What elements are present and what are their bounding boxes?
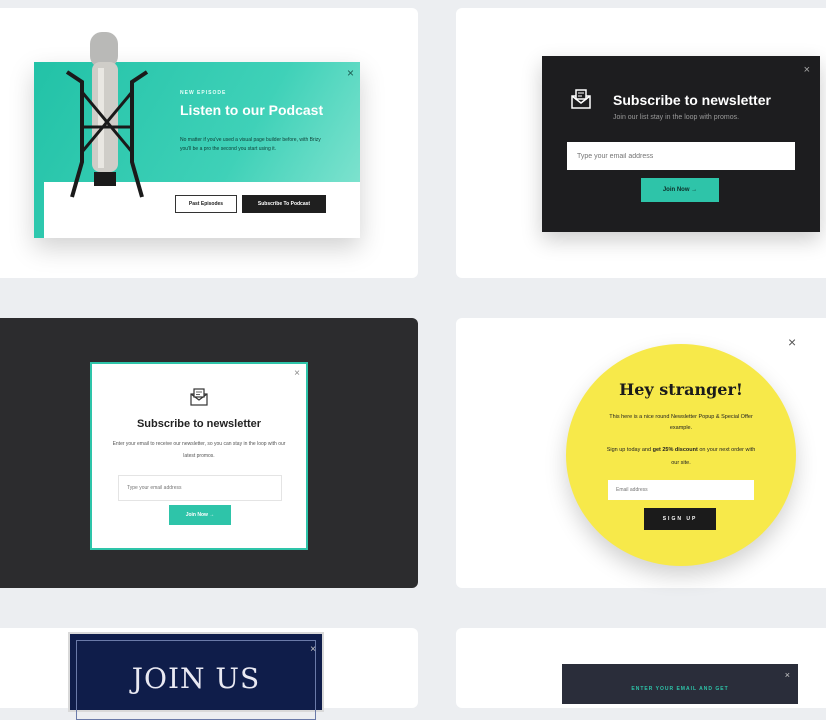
newsletter-title: Subscribe to newsletter xyxy=(136,418,262,430)
podcast-title: Listen to our Podcast xyxy=(180,102,324,118)
enter-email-popup: × ENTER YOUR EMAIL AND GET xyxy=(562,664,798,704)
close-icon[interactable]: × xyxy=(347,66,354,80)
subscribe-podcast-button[interactable]: Subscribe To Podcast xyxy=(242,195,326,213)
microphone-image xyxy=(65,32,149,198)
offer-title: Hey stranger! xyxy=(619,380,743,399)
newsletter-dark-popup: × Subscribe to newsletter Join our list … xyxy=(542,56,820,232)
offer-discount-text: Sign up today and get 25% discount on yo… xyxy=(606,447,756,466)
offer-body: This here is a nice round Newsletter Pop… xyxy=(609,414,753,431)
newsletter-body: Enter your email to receive our newslett… xyxy=(112,441,286,459)
email-input[interactable] xyxy=(567,142,795,170)
close-icon[interactable]: × xyxy=(310,644,316,655)
enter-email-label: ENTER YOUR EMAIL AND GET xyxy=(631,686,729,692)
yellow-offer-popup: Hey stranger! This here is a nice round … xyxy=(566,344,796,566)
join-title: JOIN US xyxy=(131,662,261,695)
sign-up-button[interactable]: SIGN UP xyxy=(644,508,716,530)
close-icon[interactable]: × xyxy=(294,368,300,379)
join-us-popup: × JOIN US xyxy=(68,632,324,720)
newsletter-subtitle: Join our list stay in the loop with prom… xyxy=(613,114,740,121)
podcast-body: No matter if you've used a visual page b… xyxy=(180,137,321,152)
email-input[interactable] xyxy=(118,475,282,501)
past-episodes-button[interactable]: Past Episodes xyxy=(175,195,237,213)
join-now-button[interactable]: Join Now → xyxy=(641,178,719,202)
newsletter-white-popup: × Subscribe to newsletter Enter your ema… xyxy=(90,362,308,550)
email-input[interactable] xyxy=(608,480,754,500)
newsletter-title: Subscribe to newsletter xyxy=(613,92,771,108)
close-icon[interactable]: × xyxy=(804,64,810,76)
close-icon[interactable]: × xyxy=(788,334,796,350)
envelope-icon xyxy=(571,89,591,109)
close-icon[interactable]: × xyxy=(785,670,790,680)
join-now-button[interactable]: Join Now → xyxy=(169,505,231,525)
podcast-eyebrow: NEW EPISODE xyxy=(180,90,227,96)
envelope-icon xyxy=(190,388,208,406)
